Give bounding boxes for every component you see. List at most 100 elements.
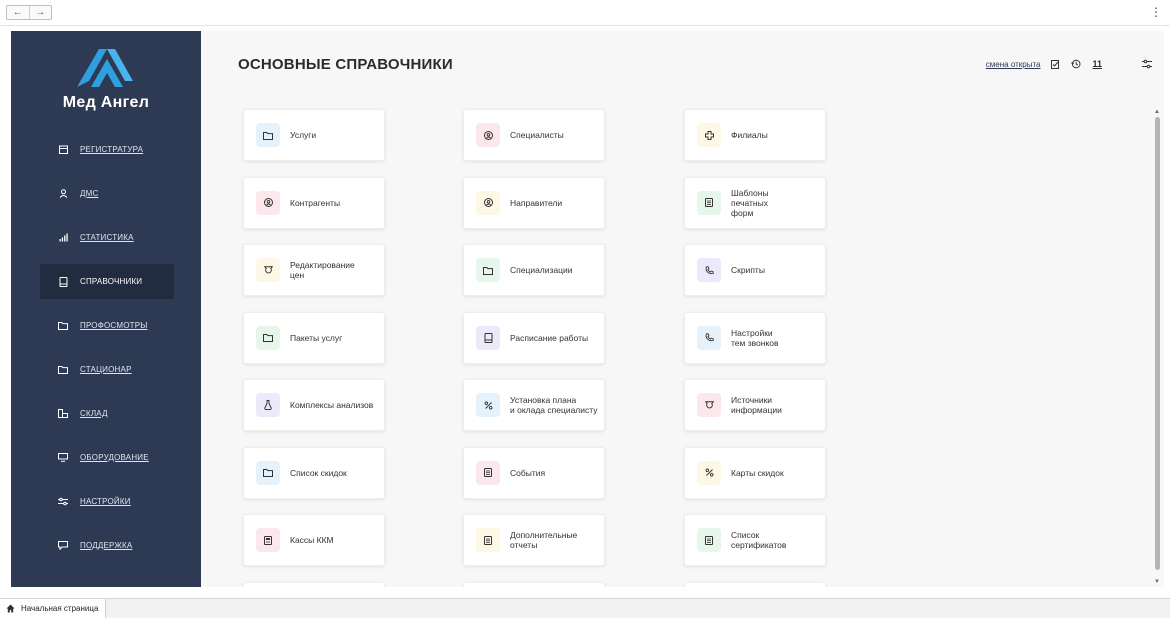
sidebar-item-label: СТАТИСТИКА: [80, 233, 134, 242]
directory-card[interactable]: Редактирование цен: [243, 244, 385, 296]
sidebar-item-1[interactable]: РЕГИСТРАТУРА: [40, 132, 174, 167]
card-label: Специализации: [510, 265, 573, 275]
tab-home-page[interactable]: Начальная страница: [0, 599, 106, 618]
directory-card-partial[interactable]: [684, 581, 826, 587]
directory-card[interactable]: Шаблоны печатных форм: [684, 176, 826, 229]
scroll-thumb[interactable]: [1155, 117, 1160, 570]
forward-button[interactable]: →: [28, 6, 52, 19]
book-icon: [58, 276, 68, 287]
card-label: События: [510, 467, 546, 478]
document-icon: [476, 528, 500, 552]
directory-card-partial[interactable]: [463, 581, 605, 587]
card-label: Карты скидок: [731, 467, 784, 478]
directory-card[interactable]: Установка плана и оклада специалисту: [463, 379, 605, 431]
card-label: Специалисты: [510, 130, 564, 140]
sidebar-item-2[interactable]: ДМС: [40, 176, 174, 211]
directory-card[interactable]: Источники информации: [684, 379, 826, 431]
directory-card[interactable]: Дополнительные отчеты: [463, 514, 605, 566]
folder-icon: [476, 258, 500, 282]
document-icon: [697, 190, 721, 215]
sidebar-item-8[interactable]: ОБОРУДОВАНИЕ: [40, 440, 174, 475]
monitor-icon: [58, 453, 68, 463]
directory-card[interactable]: Филиалы: [684, 109, 826, 161]
sidebar-item-9[interactable]: НАСТРОЙКИ: [40, 484, 174, 519]
directory-card[interactable]: Пакеты услуг: [243, 311, 385, 364]
scroll-up-icon[interactable]: ▲: [1154, 109, 1160, 115]
card-label: Скрипты: [731, 265, 765, 275]
checklist-icon[interactable]: [1050, 59, 1060, 69]
directory-card-partial[interactable]: [243, 581, 385, 587]
sidebar-item-label: ОБОРУДОВАНИЕ: [80, 453, 149, 462]
directory-card[interactable]: Специализации: [463, 244, 605, 296]
history-nav: ← →: [6, 5, 52, 20]
book-icon: [476, 325, 500, 350]
app-window: Мед Ангел РЕГИСТРАТУРА ДМС СТАТИСТИКА СПРАВ…: [11, 31, 1164, 587]
brand-name: Мед Ангел: [62, 94, 150, 111]
sidebar-item-label: СПРАВОЧНИКИ: [80, 277, 143, 286]
shift-status-link[interactable]: смена открыта: [986, 60, 1041, 69]
card-label: Направители: [510, 197, 563, 208]
user-circle-icon: [256, 190, 280, 215]
document-icon: [697, 528, 721, 552]
card-label: Расписание работы: [510, 332, 589, 343]
sidebar-item-label: НАСТРОЙКИ: [80, 497, 131, 506]
sidebar-item-7[interactable]: СКЛАД: [40, 396, 174, 431]
register-icon: [256, 528, 280, 552]
tag-icon: [256, 258, 280, 282]
page-title: ОСНОВНЫЕ СПРАВОЧНИКИ: [238, 56, 453, 73]
folder-icon: [256, 460, 280, 485]
card-label: Дополнительные отчеты: [510, 530, 578, 550]
card-label: Пакеты услуг: [290, 332, 343, 343]
card-label: Редактирование цен: [290, 260, 355, 280]
sidebar-item-10[interactable]: ПОДДЕРЖКА: [40, 528, 174, 563]
directory-card[interactable]: Кассы ККМ: [243, 514, 385, 566]
person-icon: [58, 189, 68, 199]
tab-home-label: Начальная страница: [21, 604, 99, 613]
directory-card[interactable]: Услуги: [243, 109, 385, 161]
back-button[interactable]: ←: [7, 6, 29, 19]
directory-card[interactable]: Специалисты: [463, 109, 605, 161]
phone-icon: [697, 258, 721, 282]
tag-icon: [697, 393, 721, 417]
plus-icon: [697, 123, 721, 147]
user-circle-icon: [476, 123, 500, 147]
percent-icon: [697, 460, 721, 485]
card-label: Настройки тем звонков: [731, 327, 779, 348]
home-icon: [6, 604, 15, 613]
scroll-down-icon[interactable]: ▼: [1154, 579, 1160, 585]
sidebar-item-4[interactable]: СПРАВОЧНИКИ: [40, 264, 174, 299]
sidebar-item-3[interactable]: СТАТИСТИКА: [40, 220, 174, 255]
folder-icon: [256, 123, 280, 147]
directory-card[interactable]: События: [463, 446, 605, 499]
directory-card[interactable]: Расписание работы: [463, 311, 605, 364]
directory-card[interactable]: Карты скидок: [684, 446, 826, 499]
sidebar: Мед Ангел РЕГИСТРАТУРА ДМС СТАТИСТИКА СПРАВ…: [11, 31, 201, 587]
sidebar-item-label: РЕГИСТРАТУРА: [80, 145, 144, 154]
directory-card[interactable]: Направители: [463, 176, 605, 229]
scrollbar[interactable]: ▲ ▼: [1154, 109, 1160, 585]
card-label: Установка плана и оклада специалисту: [510, 395, 598, 415]
directory-card[interactable]: Комплексы анализов: [243, 379, 385, 431]
card-label: Список скидок: [290, 467, 347, 478]
card-label: Список сертификатов: [731, 530, 787, 550]
history-icon[interactable]: [1071, 59, 1081, 69]
flask-icon: [256, 393, 280, 417]
directory-card[interactable]: Настройки тем звонков: [684, 311, 826, 364]
card-label: Комплексы анализов: [290, 400, 374, 410]
directory-card[interactable]: Контрагенты: [243, 176, 385, 229]
folder-icon: [58, 321, 68, 331]
directory-card[interactable]: Список сертификатов: [684, 514, 826, 566]
chat-icon: [58, 541, 68, 551]
sidebar-item-6[interactable]: СТАЦИОНАР: [40, 352, 174, 387]
notifications-count[interactable]: 11: [1092, 59, 1102, 69]
filter-settings-icon[interactable]: [1142, 59, 1152, 69]
percent-icon: [476, 393, 500, 417]
calendar-icon: [58, 145, 68, 155]
browser-toolbar: ← → ⋮: [0, 0, 1170, 26]
sidebar-item-label: СТАЦИОНАР: [80, 365, 132, 374]
directory-card[interactable]: Список скидок: [243, 446, 385, 499]
directory-card[interactable]: Скрипты: [684, 244, 826, 296]
sidebar-item-5[interactable]: ПРОФОСМОТРЫ: [40, 308, 174, 343]
more-menu-icon[interactable]: ⋮: [1150, 5, 1162, 19]
user-circle-icon: [476, 190, 500, 215]
